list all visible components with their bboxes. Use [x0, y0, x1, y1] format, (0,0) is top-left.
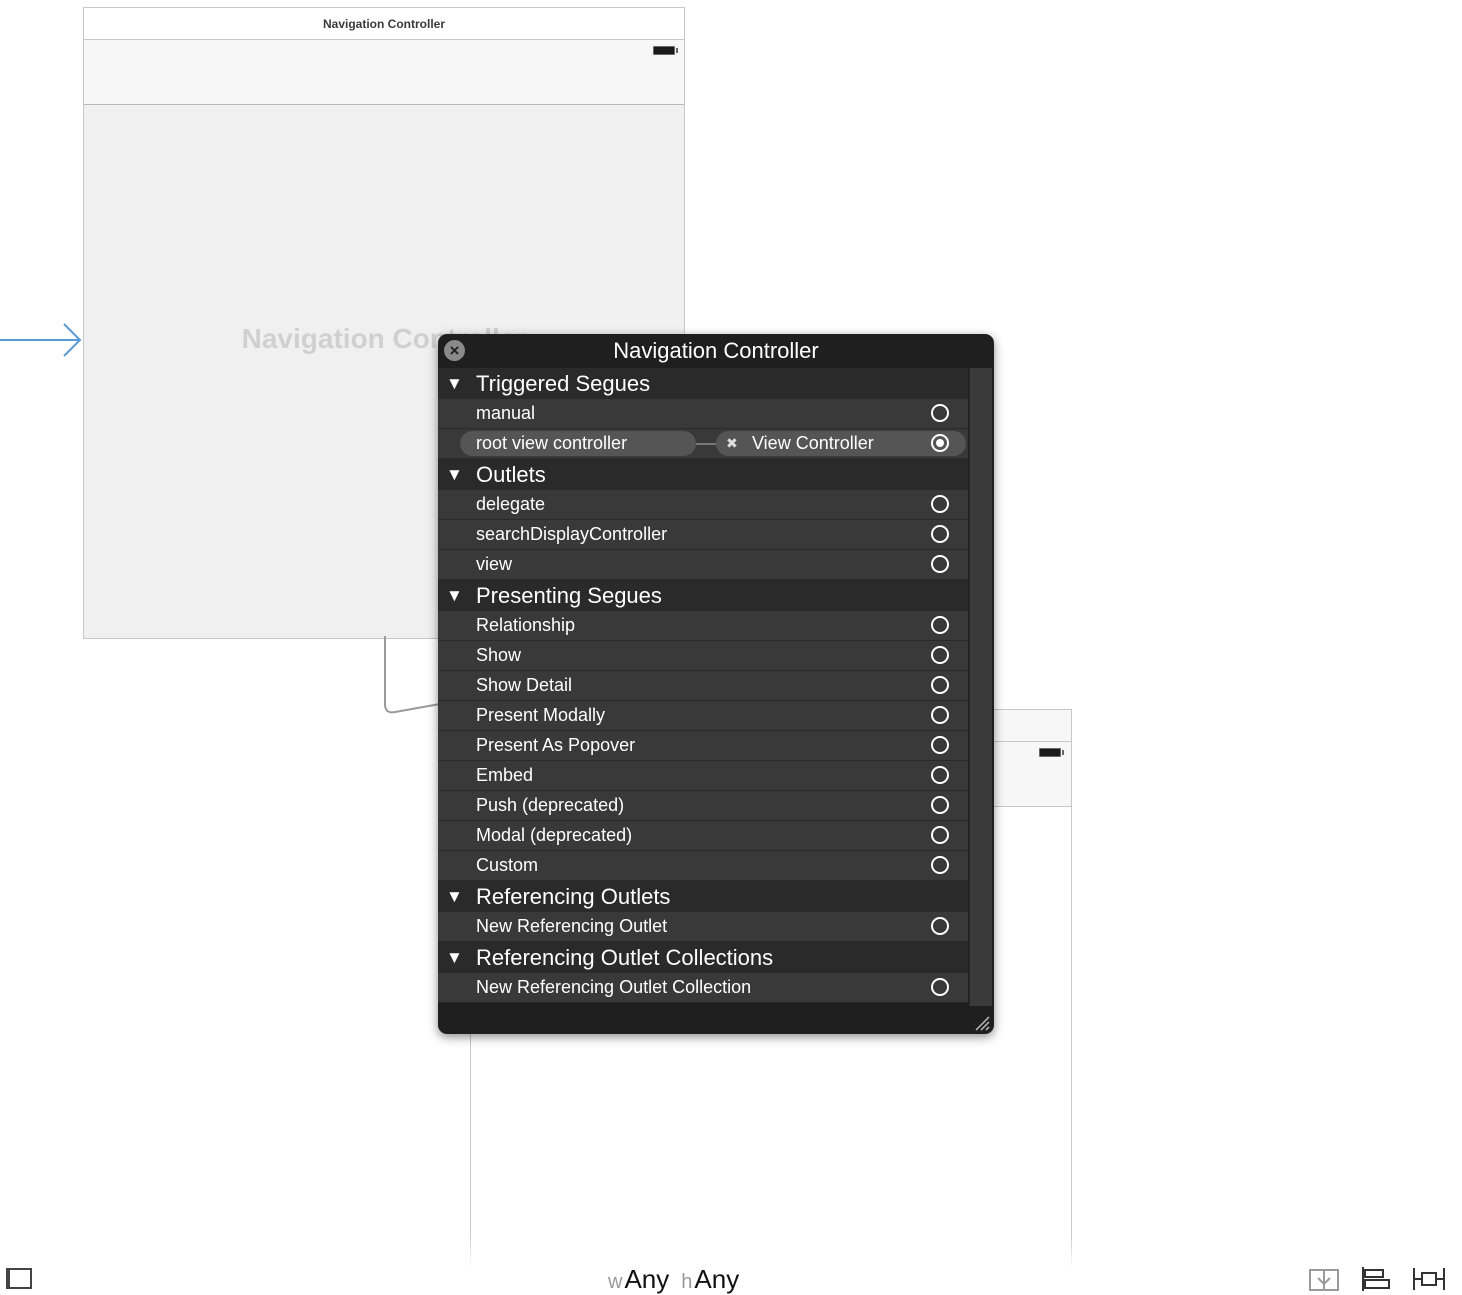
connection-label: view: [476, 554, 513, 574]
connection-well-icon[interactable]: [931, 856, 949, 874]
connection-target-label: View Controller: [752, 433, 874, 453]
align-icon[interactable]: [1360, 1266, 1392, 1292]
connection-well-icon[interactable]: [931, 676, 949, 694]
connection-row[interactable]: Embed: [438, 761, 968, 791]
connection-label: Modal (deprecated): [476, 825, 633, 845]
battery-icon: [1039, 748, 1064, 757]
height-prefix: h: [681, 1271, 693, 1293]
connection-well-icon[interactable]: [931, 646, 949, 664]
connections-hud[interactable]: × Navigation Controller ▼ Triggered Segue…: [438, 334, 994, 1034]
section-label: Presenting Segues: [476, 583, 662, 608]
connection-well-icon[interactable]: [931, 555, 949, 573]
connection-label: Show Detail: [476, 675, 573, 695]
connection-label: root view controller: [476, 433, 628, 453]
hud-section-header[interactable]: ▼ Outlets: [438, 459, 968, 490]
section-label: Referencing Outlet Collections: [476, 945, 774, 970]
connection-well-icon[interactable]: [931, 766, 949, 784]
connection-well-icon[interactable]: [931, 978, 949, 996]
hud-section-header[interactable]: ▼ Presenting Segues: [438, 580, 968, 611]
connection-well-icon[interactable]: [931, 616, 949, 634]
height-value: Any: [694, 1264, 740, 1294]
connection-label: Custom: [476, 855, 539, 875]
navigation-bar[interactable]: [84, 40, 684, 105]
connection-label: New Referencing Outlet Collection: [476, 977, 752, 997]
connection-label: searchDisplayController: [476, 524, 668, 544]
scene-title: Navigation Controller: [84, 8, 684, 40]
connection-well-icon[interactable]: [931, 434, 949, 452]
connection-row[interactable]: Push (deprecated): [438, 791, 968, 821]
hud-scrollbar[interactable]: [969, 368, 992, 1006]
connection-row[interactable]: delegate: [438, 490, 968, 520]
size-class-selector[interactable]: w Any h Any: [608, 1264, 751, 1295]
connection-row[interactable]: Present Modally: [438, 701, 968, 731]
connection-label: Push (deprecated): [476, 795, 625, 815]
battery-icon: [653, 46, 678, 55]
connection-label: delegate: [476, 494, 546, 514]
connection-row[interactable]: New Referencing Outlet: [438, 912, 968, 942]
section-label: Outlets: [476, 462, 546, 487]
section-label: Triggered Segues: [476, 371, 651, 396]
stack-embed-icon[interactable]: [1308, 1266, 1340, 1292]
connection-row[interactable]: view: [438, 550, 968, 580]
disclosure-triangle-icon[interactable]: ▼: [446, 942, 463, 973]
connection-label: Show: [476, 645, 522, 665]
bottom-bar: w Any h Any: [0, 1262, 1462, 1295]
connections-list: ▼ Triggered Segues manual ✖ View Controller r…: [438, 368, 968, 1003]
width-prefix: w: [608, 1271, 623, 1293]
connection-well-icon[interactable]: [931, 796, 949, 814]
connection-row[interactable]: Relationship: [438, 611, 968, 641]
width-value: Any: [624, 1264, 670, 1294]
hud-title: Navigation Controller: [613, 338, 819, 363]
connection-row[interactable]: Custom: [438, 851, 968, 881]
connection-label: manual: [476, 403, 536, 423]
connection-row[interactable]: New Referencing Outlet Collection: [438, 973, 968, 1003]
connection-well-icon[interactable]: [931, 706, 949, 724]
connection-row[interactable]: searchDisplayController: [438, 520, 968, 550]
connection-row[interactable]: manual: [438, 399, 968, 429]
connection-row[interactable]: Show Detail: [438, 671, 968, 701]
connection-well-icon[interactable]: [931, 826, 949, 844]
connection-label: New Referencing Outlet: [476, 916, 668, 936]
connection-well-icon[interactable]: [931, 495, 949, 513]
hud-section-header[interactable]: ▼ Referencing Outlets: [438, 881, 968, 912]
connection-well-icon[interactable]: [931, 525, 949, 543]
disclosure-triangle-icon[interactable]: ▼: [446, 368, 463, 399]
connection-row[interactable]: Modal (deprecated): [438, 821, 968, 851]
entry-point-arrow-icon: [0, 323, 82, 357]
connection-well-icon[interactable]: [931, 917, 949, 935]
disclosure-triangle-icon[interactable]: ▼: [446, 459, 463, 490]
hud-section-header[interactable]: ▼ Triggered Segues: [438, 368, 968, 399]
disclosure-triangle-icon[interactable]: ▼: [446, 580, 463, 611]
connection-row[interactable]: Present As Popover: [438, 731, 968, 761]
pin-icon[interactable]: [1412, 1266, 1446, 1292]
section-label: Referencing Outlets: [476, 884, 671, 909]
connection-well-icon[interactable]: [931, 404, 949, 422]
connection-label: Present As Popover: [476, 735, 636, 755]
connection-row[interactable]: ✖ View Controller root view controller: [438, 429, 968, 459]
disclosure-triangle-icon[interactable]: ▼: [446, 881, 463, 912]
connection-connector: [696, 443, 716, 445]
remove-connection-icon[interactable]: ✖: [726, 429, 738, 458]
connection-row[interactable]: Show: [438, 641, 968, 671]
connection-label: Relationship: [476, 615, 576, 635]
document-outline-toggle-icon[interactable]: [6, 1268, 32, 1289]
connection-well-icon[interactable]: [931, 736, 949, 754]
connection-label: Embed: [476, 765, 534, 785]
hud-section-header[interactable]: ▼ Referencing Outlet Collections: [438, 942, 968, 973]
connection-label: Present Modally: [476, 705, 606, 725]
resize-grip-icon[interactable]: [972, 1013, 990, 1031]
